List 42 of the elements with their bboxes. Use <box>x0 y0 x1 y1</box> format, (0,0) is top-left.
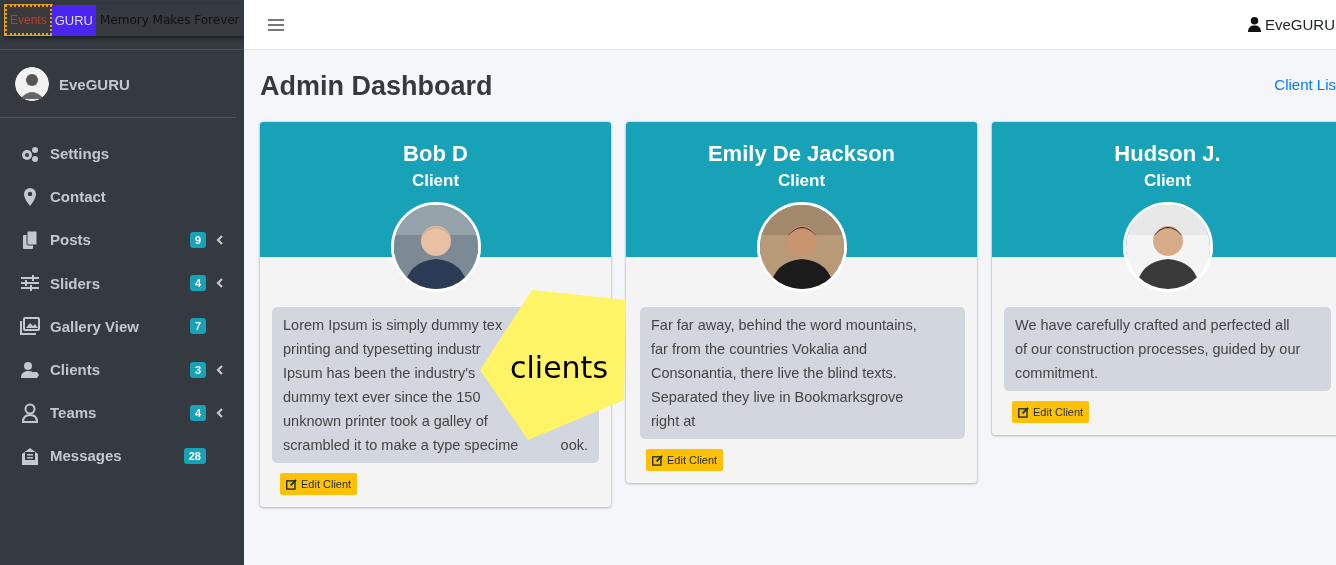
client-role: Client <box>1142 171 1193 191</box>
sidebar-item[interactable]: Posts 9 <box>0 218 244 262</box>
sliders-icon <box>20 273 40 294</box>
user-avatar[interactable] <box>15 67 49 101</box>
client-role: Client <box>776 171 827 191</box>
edit-icon <box>1018 406 1029 418</box>
user-icon <box>1248 17 1261 32</box>
logo-text: GURU <box>51 4 96 36</box>
envelope-icon <box>20 445 40 466</box>
count-badge: 4 <box>189 275 206 292</box>
client-role: Client <box>410 171 461 191</box>
count-badge: 4 <box>189 404 206 421</box>
page-title: Admin Dashboard <box>260 70 493 102</box>
user-menu[interactable]: EveGURU <box>1248 16 1335 33</box>
count-badge: 9 <box>189 231 206 248</box>
images-icon <box>20 316 40 337</box>
client-name: Emily De Jackson <box>706 141 897 167</box>
sidebar-item[interactable]: Sliders 4 <box>0 261 244 305</box>
user-tag-icon <box>20 359 40 380</box>
sidebar-item[interactable]: Messages 28 <box>0 434 244 478</box>
client-list-link[interactable]: Client Lis <box>1274 75 1336 93</box>
client-description: We have carefully crafted and perfected all of our construction processes, guided by our commitment. <box>1004 307 1331 391</box>
edit-icon <box>286 478 297 490</box>
person-icon <box>20 402 40 423</box>
sidebar-item[interactable]: Teams 4 <box>0 391 244 435</box>
sidebar-item[interactable]: Contact <box>0 175 244 219</box>
sidebar-item[interactable]: Clients 3 <box>0 347 244 392</box>
count-badge: 3 <box>189 361 206 378</box>
logo-text: Events <box>5 5 52 35</box>
edit-client-button[interactable]: Edit Client <box>1012 401 1090 423</box>
count-badge: 28 <box>183 447 206 464</box>
client-description: Far far away, behind the word mountains, far from the countries Vokalia and Consonantia, there live the blind texts. Separated they live in Bookmarksgrove right at <box>640 307 965 439</box>
user-name[interactable]: EveGURU <box>59 75 130 93</box>
client-name: Hudson J. <box>1113 141 1222 167</box>
edit-client-button[interactable]: Edit Client <box>280 473 358 495</box>
documents-icon <box>20 229 40 250</box>
count-badge: 7 <box>189 318 206 335</box>
edit-client-button[interactable]: Edit Client <box>646 449 724 471</box>
edit-icon <box>652 454 663 466</box>
sidebar-item[interactable]: Gallery View 7 <box>0 304 244 348</box>
client-name: Bob D <box>402 141 469 167</box>
sidebar-item[interactable]: Settings <box>0 132 244 176</box>
